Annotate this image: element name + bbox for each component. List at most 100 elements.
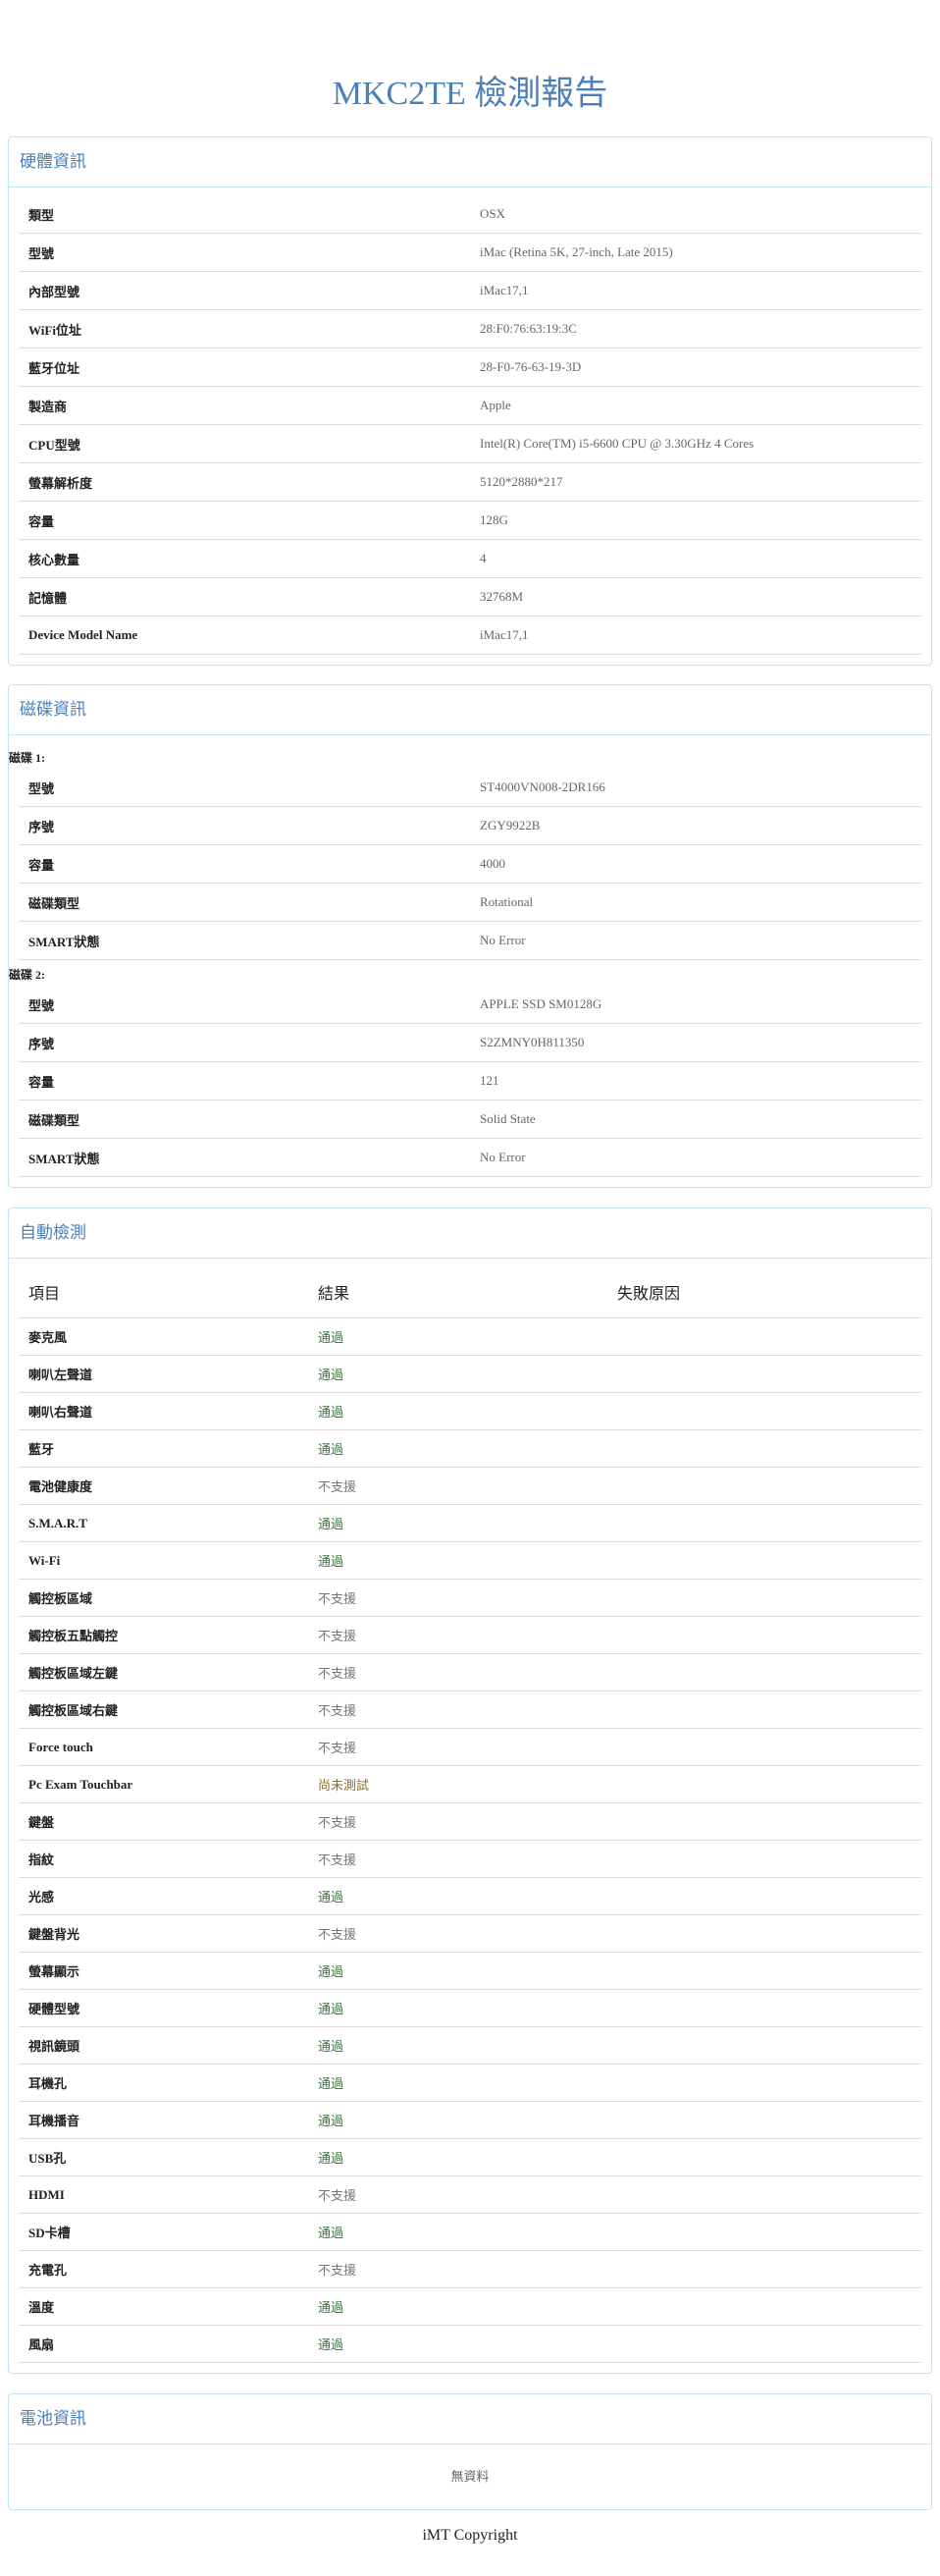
hardware-row: 記憶體 32768M [19,578,921,617]
table-row: Pc Exam Touchbar 尚未測試 [19,1766,921,1803]
disk-row-value: Rotational [480,894,534,909]
disk-row-value: 4000 [480,856,505,871]
hardware-row: 螢幕解析度 5120*2880*217 [19,463,921,502]
disk-row-label: 容量 [28,1074,55,1090]
hardware-row-label: 容量 [28,513,55,529]
table-row: 充電孔 不支援 [19,2251,921,2288]
disk-row: 型號 APPLE SSD SM0128G [19,986,921,1024]
test-item-name: 藍牙 [28,1442,55,1457]
table-row: 螢幕顯示 通過 [19,1953,921,1990]
disk-row: 容量 4000 [19,845,921,884]
test-item-name: 觸控板區域右鍵 [28,1703,119,1718]
table-row: 鍵盤 不支援 [19,1803,921,1841]
test-result-status: 通過 [318,1442,344,1457]
disk-row-value: S2ZMNY0H811350 [480,1035,585,1049]
hardware-row-value: 4 [480,551,487,565]
hardware-row-value: iMac (Retina 5K, 27-inch, Late 2015) [480,244,673,259]
table-row: 電池健康度 不支援 [19,1468,921,1505]
report-page: MKC2TE 檢測報告 硬體資訊 類型 OSX 型號 iMac (Retina 5K,… [0,0,940,2555]
hardware-row-label: CPU型號 [28,437,80,453]
battery-panel: 電池資訊 無資料 [8,2393,932,2510]
table-row: 觸控板區域右鍵 不支援 [19,1691,921,1729]
hardware-row-value: 128G [480,512,508,527]
hardware-row-value: 5120*2880*217 [480,474,563,489]
column-header-result: 結果 [318,1286,350,1303]
hardware-row-value: 32768M [480,589,524,604]
disk-title: 磁碟 2: [9,968,45,982]
test-result-status: 尚未測試 [318,1778,370,1793]
test-result-status: 通過 [318,1890,344,1905]
test-item-name: 麥克風 [28,1330,68,1345]
test-item-name: 喇叭左聲道 [28,1368,93,1382]
hardware-panel-heading: 硬體資訊 [9,137,931,188]
table-row: 視訊鏡頭 通過 [19,2027,921,2065]
test-result-status: 不支援 [318,1852,357,1867]
disk-row-value: No Error [480,933,526,947]
test-result-status: 通過 [318,1964,344,1979]
test-item-name: 電池健康度 [28,1479,93,1494]
disk-row-label: 序號 [28,819,55,834]
table-row: 耳機播音 通過 [19,2102,921,2139]
hardware-row-value: OSX [480,206,506,221]
hardware-row-value: Intel(R) Core(TM) i5-6600 CPU @ 3.30GHz … [480,436,755,451]
disk-info-list: 磁碟 1: 型號 ST4000VN008-2DR166 序號 ZGY9922B 容量 400… [9,735,931,1187]
disk-row-label: SMART狀態 [28,934,100,949]
test-result-status: 通過 [318,1368,344,1382]
table-row: 麥克風 通過 [19,1318,921,1356]
disk-row: SMART狀態 No Error [19,922,921,960]
hardware-row-label: 內部型號 [28,284,80,299]
table-row: 觸控板區域左鍵 不支援 [19,1654,921,1691]
disk-panel-heading: 磁碟資訊 [9,685,931,735]
test-item-name: SD卡槽 [28,2226,71,2240]
hardware-row-value: 28:F0:76:63:19:3C [480,321,577,336]
hardware-row: CPU型號 Intel(R) Core(TM) i5-6600 CPU @ 3.3… [19,425,921,463]
test-result-status: 不支援 [318,2188,357,2203]
test-item-name: 耳機播音 [28,2114,80,2128]
test-result-status: 不支援 [318,1629,357,1643]
table-row: HDMI 不支援 [19,2176,921,2214]
disk-row-label: SMART狀態 [28,1151,100,1166]
test-result-status: 通過 [318,2337,344,2352]
hardware-row: Device Model Name iMac17,1 [19,617,921,655]
hardware-info-list: 類型 OSX 型號 iMac (Retina 5K, 27-inch, Late 20… [9,188,931,665]
column-header-item: 項目 [28,1286,61,1303]
test-result-status: 通過 [318,2300,344,2315]
test-result-status: 通過 [318,1405,344,1420]
table-row: Wi-Fi 通過 [19,1542,921,1580]
test-result-status: 不支援 [318,2263,357,2278]
test-result-status: 通過 [318,2039,344,2054]
table-row: USB孔 通過 [19,2139,921,2176]
disk-row-label: 序號 [28,1036,55,1051]
test-result-status: 通過 [318,2114,344,2128]
hardware-row: WiFi位址 28:F0:76:63:19:3C [19,310,921,349]
test-result-status: 通過 [318,1554,344,1569]
table-row: 硬體型號 通過 [19,1990,921,2027]
test-item-name: USB孔 [28,2151,67,2166]
test-result-status: 不支援 [318,1815,357,1830]
column-header-reason: 失敗原因 [617,1286,681,1303]
disk-row-label: 容量 [28,857,55,873]
disk-row: 型號 ST4000VN008-2DR166 [19,769,921,807]
table-row: 指紋 不支援 [19,1841,921,1878]
hardware-row-label: 藍牙位址 [28,360,80,376]
auto-test-panel: 自動檢測 項目 結果 失敗原因 麥克風 通過 喇叭左聲道 通過 喇叭右聲道 通過 藍牙 通過電… [8,1208,932,2374]
hardware-row-label: WiFi位址 [28,322,81,338]
hardware-row-value: iMac17,1 [480,283,529,297]
test-result-status: 通過 [318,2226,344,2240]
hardware-row-label: 螢幕解析度 [28,475,93,491]
test-result-status: 通過 [318,1330,344,1345]
table-row: 觸控板五點觸控 不支援 [19,1617,921,1654]
test-item-name: 鍵盤背光 [28,1927,80,1942]
disk-row-label: 型號 [28,997,55,1013]
table-row: 藍牙 通過 [19,1430,921,1468]
hardware-row: 藍牙位址 28-F0-76-63-19-3D [19,349,921,387]
hardware-row: 型號 iMac (Retina 5K, 27-inch, Late 2015) [19,234,921,272]
hardware-row: 內部型號 iMac17,1 [19,272,921,310]
auto-test-rows: 麥克風 通過 喇叭左聲道 通過 喇叭右聲道 通過 藍牙 通過 電池健康度 不支援 S.M.A.R.T… [19,1318,921,2363]
disk-title: 磁碟 1: [9,751,45,765]
disk-panel: 磁碟資訊 磁碟 1: 型號 ST4000VN008-2DR166 序號 ZGY9922B… [8,684,932,1188]
test-item-name: 喇叭右聲道 [28,1405,93,1420]
disk-row-label: 磁碟類型 [28,1112,80,1128]
table-row: 溫度 通過 [19,2288,921,2326]
hardware-row-label: 型號 [28,245,55,261]
